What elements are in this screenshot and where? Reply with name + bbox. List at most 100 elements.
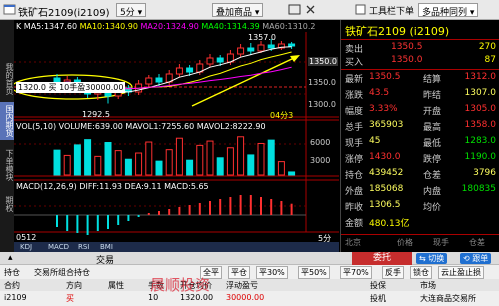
sell-label: 卖出 [345, 45, 364, 55]
candle-body [247, 47, 255, 52]
low-mark: 1292.5 [82, 110, 110, 119]
table-header-cell: 方向 [66, 281, 82, 290]
vol-tick-6000: 6000 [310, 138, 331, 147]
toolbar-button[interactable]: 平50% [298, 266, 330, 279]
quote-row: 持仓 439452 仓差 3796 [341, 168, 499, 181]
tab-positions[interactable]: 持仓 [4, 267, 20, 278]
time-label-04: 04分3 [270, 111, 294, 120]
table-header-cell: 投保 [370, 281, 386, 290]
layout-dropdown-label: 多品种同列 [422, 8, 468, 18]
nav-tab-home[interactable]: 我的首页 [0, 60, 14, 98]
layout-dropdown[interactable]: 多品种同列 ▾ [418, 3, 479, 18]
window-title: 铁矿石2109(i2109) [18, 8, 110, 19]
tab-combo-positions[interactable]: 交易所组合持仓 [34, 267, 90, 278]
quote-l1: 持仓 [345, 171, 364, 181]
candle-body [145, 77, 153, 85]
toolbar-button[interactable]: 反手 [382, 266, 404, 279]
menu-icon[interactable] [3, 3, 16, 16]
volume-bar [277, 161, 285, 176]
period-dropdown[interactable]: 5分 ▾ [116, 3, 147, 18]
y-tick-1350: 1350.0 [308, 78, 336, 87]
y-tick-1300: 1300.0 [308, 100, 336, 109]
toolbar-button[interactable]: 锁仓 [410, 266, 432, 279]
footer-col-price: 价格 [397, 238, 413, 247]
price-tag: 1350.0 [308, 57, 338, 66]
candle-body [257, 44, 265, 52]
toolbar-button[interactable]: 平30% [256, 266, 288, 279]
volume-bar [206, 140, 214, 176]
quote-row: 现手 45 最低 1283.0 [341, 136, 499, 149]
volume-bar [73, 144, 81, 176]
checkbox-icon[interactable] [354, 3, 367, 16]
position-tag[interactable]: 1320.0 买 10手盈30000.00 [16, 82, 126, 93]
candle-body [237, 47, 245, 55]
watermark-text: 晨顺投资 [150, 276, 211, 294]
table-header-cell: 合约 [4, 281, 20, 290]
nav-tab-futures[interactable]: 国内期货 [0, 102, 14, 140]
candle-body [206, 57, 214, 65]
quote-l2: 均价 [423, 203, 442, 213]
vol-tick-3000: 3000 [310, 156, 331, 165]
quote-v1: 365903 [369, 120, 404, 130]
table-cell: 大连商品交易所 [420, 294, 476, 303]
quote-l1: 现手 [345, 139, 364, 149]
close-icon[interactable] [304, 3, 317, 16]
volume-bar [145, 141, 153, 176]
quote-footer: 北京 价格 现手 仓差 [341, 237, 499, 249]
tab-macd[interactable]: MACD [48, 243, 69, 251]
position-table-header: 合约 方向 属性 手数 开仓均价 浮动盈亏 投保 市场 [0, 279, 499, 291]
quote-v2: 1307.0 [464, 88, 497, 98]
macd-bars [14, 195, 306, 235]
buy-row[interactable]: 买入 1350.0 87 [341, 55, 499, 68]
collapse-icon[interactable]: ▴ [8, 253, 13, 263]
buy-price: 1350.0 [391, 55, 423, 65]
overlay-product-button[interactable]: 叠加商品 ▾ [212, 3, 264, 18]
table-header-cell: 市场 [420, 281, 436, 290]
volume-bar [288, 171, 296, 176]
quote-l1: 涨停 [345, 155, 364, 165]
quote-l1: 幅度 [345, 107, 364, 117]
kline-chart[interactable]: K MA5:1347.60 MA10:1340.90 MA20:1324.90 … [14, 20, 339, 252]
tab-bmi[interactable]: BMI [100, 243, 113, 251]
quote-l2: 仓差 [423, 171, 442, 181]
tab-rsi[interactable]: RSI [78, 243, 89, 251]
volume-bar [165, 149, 173, 176]
trade-header: ▴ 交易 委托 ⇆ 切换 ⟲ 跟单 [0, 252, 499, 266]
table-header-cell: 浮动盈亏 [226, 281, 258, 290]
quote-v2: 3796 [473, 168, 496, 178]
quote-l2: 开盘 [423, 107, 442, 117]
quote-v1: 3.33% [369, 104, 398, 114]
nav-tab-order[interactable]: 下单模块 [0, 146, 14, 184]
sell-price: 1350.5 [391, 42, 423, 52]
quote-l1: 金额 [345, 219, 364, 229]
table-row[interactable]: i2109 买 10 1320.00 30000.00 投机 大连商品交易所 [0, 292, 499, 304]
ma60-label: MA60:1310.2 [262, 22, 316, 31]
trade-panel: ▴ 交易 委托 ⇆ 切换 ⟲ 跟单 持仓 交易所组合持仓 全平 平仓 平30% 平50… [0, 252, 499, 306]
candle-body [155, 77, 163, 83]
copy-trade-button[interactable]: ⟲ 跟单 [460, 253, 492, 264]
quote-v2: 180835 [461, 184, 496, 194]
toolbar-button[interactable]: 平70% [340, 266, 372, 279]
toolbar-button[interactable]: 云止盈止损 [438, 266, 484, 279]
quote-l1: 外盘 [345, 187, 364, 197]
copy-trade-label: 跟单 [472, 254, 489, 263]
quote-v1: 1306.5 [369, 200, 401, 210]
table-cell: 买 [66, 294, 74, 303]
tab-kdj[interactable]: KDJ [20, 243, 32, 251]
toolbar-order-label[interactable]: 工具栏下单 [369, 4, 414, 17]
quote-v2: 1358.0 [464, 120, 497, 130]
nav-tab-options[interactable]: 期权 [0, 192, 14, 216]
position-tag-text: 1320.0 买 10手盈30000.00 [18, 83, 124, 92]
quote-row: 幅度 3.33% 开盘 1305.0 [341, 104, 499, 117]
sell-volume: 270 [478, 42, 496, 52]
volume-bars [53, 136, 296, 176]
toolbar-button[interactable]: 平仓 [228, 266, 250, 279]
switch-button[interactable]: ⇆ 切换 [416, 253, 448, 264]
entrust-tab[interactable]: 委托 [352, 252, 412, 265]
quote-l2: 昨结 [423, 91, 442, 101]
window-icon[interactable] [288, 3, 301, 16]
volume-bar [53, 149, 61, 176]
sell-row[interactable]: 卖出 1350.5 270 [341, 42, 499, 55]
high-mark: 1357.0 [248, 33, 276, 42]
volume-bar [104, 142, 112, 176]
